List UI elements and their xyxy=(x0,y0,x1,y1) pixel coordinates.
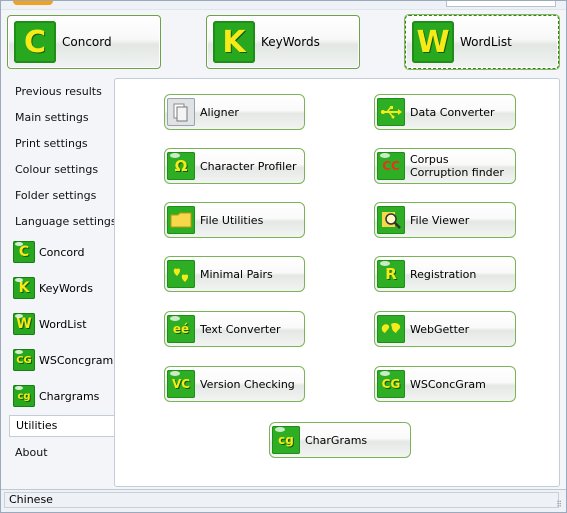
data-converter-button[interactable]: Data Converter xyxy=(374,94,516,130)
version-checking-button[interactable]: VC Version Checking xyxy=(164,366,305,402)
minimal-pairs-label: Minimal Pairs xyxy=(200,267,273,281)
wordlist-button[interactable]: W WordList xyxy=(405,15,559,69)
r-icon: R xyxy=(377,260,405,288)
sidebar-item-label: WSConcgram xyxy=(39,353,114,367)
vc-icon: VC xyxy=(167,370,195,398)
keywords-button-label: KeyWords xyxy=(261,35,320,49)
sidebar-item-wordlist[interactable]: W WordList xyxy=(13,313,87,335)
wscg-icon: CG xyxy=(377,370,405,398)
sidebar-item-folder-settings[interactable]: Folder settings xyxy=(15,189,96,202)
sidebar-item-keywords[interactable]: K KeyWords xyxy=(13,277,93,299)
sidebar-item-utilities[interactable]: Utilities xyxy=(9,415,115,437)
hearts-icon xyxy=(167,260,195,288)
aligner-button[interactable]: Aligner xyxy=(164,94,305,130)
sidebar-item-label: WordList xyxy=(39,317,87,331)
concord-button[interactable]: C Concord xyxy=(7,15,161,69)
sidebar-item-chargrams[interactable]: cg Chargrams xyxy=(13,385,99,407)
file-viewer-label: File Viewer xyxy=(410,213,470,227)
folder-icon xyxy=(167,206,195,234)
character-profiler-label: Character Profiler xyxy=(200,159,297,173)
chargrams-label: CharGrams xyxy=(305,433,368,447)
sidebar-item-language-settings[interactable]: Language settings xyxy=(15,215,117,228)
app-orb xyxy=(13,1,53,5)
sidebar-item-label: Chargrams xyxy=(39,389,100,403)
wsconcgram-button[interactable]: CG WSConcGram xyxy=(374,366,516,402)
aligner-icon xyxy=(167,98,195,126)
main-window: C Concord K KeyWords W WordList Previous… xyxy=(0,0,567,513)
keywords-icon: K xyxy=(13,277,35,299)
magnifier-icon xyxy=(377,206,405,234)
webgetter-label: WebGetter xyxy=(410,322,470,336)
aligner-label: Aligner xyxy=(200,105,239,119)
file-viewer-button[interactable]: File Viewer xyxy=(374,202,516,238)
sidebar-item-about[interactable]: About xyxy=(15,446,48,459)
webgetter-button[interactable]: WebGetter xyxy=(374,311,516,347)
file-utilities-label: File Utilities xyxy=(200,213,264,227)
version-checking-label: Version Checking xyxy=(200,377,295,391)
sidebar-item-wsconcgram[interactable]: CG WSConcgram xyxy=(13,349,113,371)
usb-icon xyxy=(377,98,405,126)
wordlist-icon: W xyxy=(13,313,35,335)
concord-icon: C xyxy=(13,241,35,263)
registration-button[interactable]: R Registration xyxy=(374,256,516,292)
wordlist-icon: W xyxy=(412,21,454,63)
concord-button-label: Concord xyxy=(62,35,112,49)
status-language: Chinese xyxy=(4,492,559,508)
character-profiler-button[interactable]: Ω Character Profiler xyxy=(164,148,305,184)
wsconcgram-icon: CG xyxy=(13,349,35,371)
sidebar-item-colour-settings[interactable]: Colour settings xyxy=(15,163,98,176)
chargrams-icon: cg xyxy=(13,385,35,407)
wsconcgram-label: WSConcGram xyxy=(410,377,486,391)
sidebar-item-label: Concord xyxy=(39,245,85,259)
corpus-corruption-button[interactable]: CC Corpus Corruption finder xyxy=(374,148,516,184)
corpus-corruption-label: Corpus Corruption finder xyxy=(410,153,504,179)
wordlist-button-label: WordList xyxy=(460,35,512,49)
minimal-pairs-button[interactable]: Minimal Pairs xyxy=(164,256,305,292)
text-converter-label: Text Converter xyxy=(200,322,281,336)
keywords-button[interactable]: K KeyWords xyxy=(206,15,360,69)
ee-icon: eé xyxy=(167,315,195,343)
status-bar: Chinese ⠿ xyxy=(1,489,566,512)
registration-label: Registration xyxy=(410,267,477,281)
data-converter-label: Data Converter xyxy=(410,105,495,119)
globe-icon xyxy=(377,315,405,343)
omega-icon: Ω xyxy=(167,152,195,180)
chargrams-icon: cg xyxy=(272,426,300,454)
resize-grip-icon[interactable]: ⠿ xyxy=(556,500,562,509)
file-utilities-button[interactable]: File Utilities xyxy=(164,202,305,238)
sidebar-item-concord[interactable]: C Concord xyxy=(13,241,84,263)
concord-icon: C xyxy=(14,21,56,63)
sidebar-item-main-settings[interactable]: Main settings xyxy=(15,111,89,124)
keywords-icon: K xyxy=(213,21,255,63)
sidebar-item-previous-results[interactable]: Previous results xyxy=(15,85,102,98)
sidebar-item-print-settings[interactable]: Print settings xyxy=(15,137,88,150)
cc-icon: CC xyxy=(377,152,405,180)
chargrams-button[interactable]: cg CharGrams xyxy=(269,422,411,458)
sidebar-item-label: KeyWords xyxy=(39,281,93,295)
text-converter-button[interactable]: eé Text Converter xyxy=(164,311,305,347)
top-right-tab[interactable] xyxy=(446,1,556,7)
